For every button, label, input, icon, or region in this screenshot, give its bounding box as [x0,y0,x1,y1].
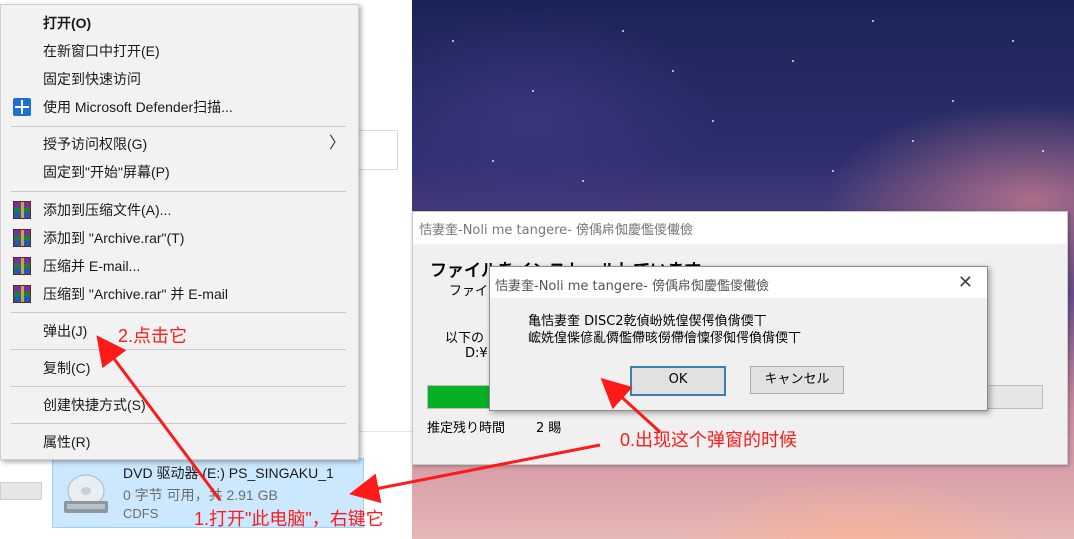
arrow-to-drive [349,443,601,504]
annotation-step-1: 1.打开"此电脑"，右键它 [194,509,384,529]
arrow-to-eject [96,335,222,501]
annotation-step-2: 2.点击它 [118,326,188,346]
arrow-to-dialog [600,377,662,434]
annotation-step-0: 0.出现这个弹窗的时候 [620,430,798,450]
annotation-arrows [96,335,662,504]
